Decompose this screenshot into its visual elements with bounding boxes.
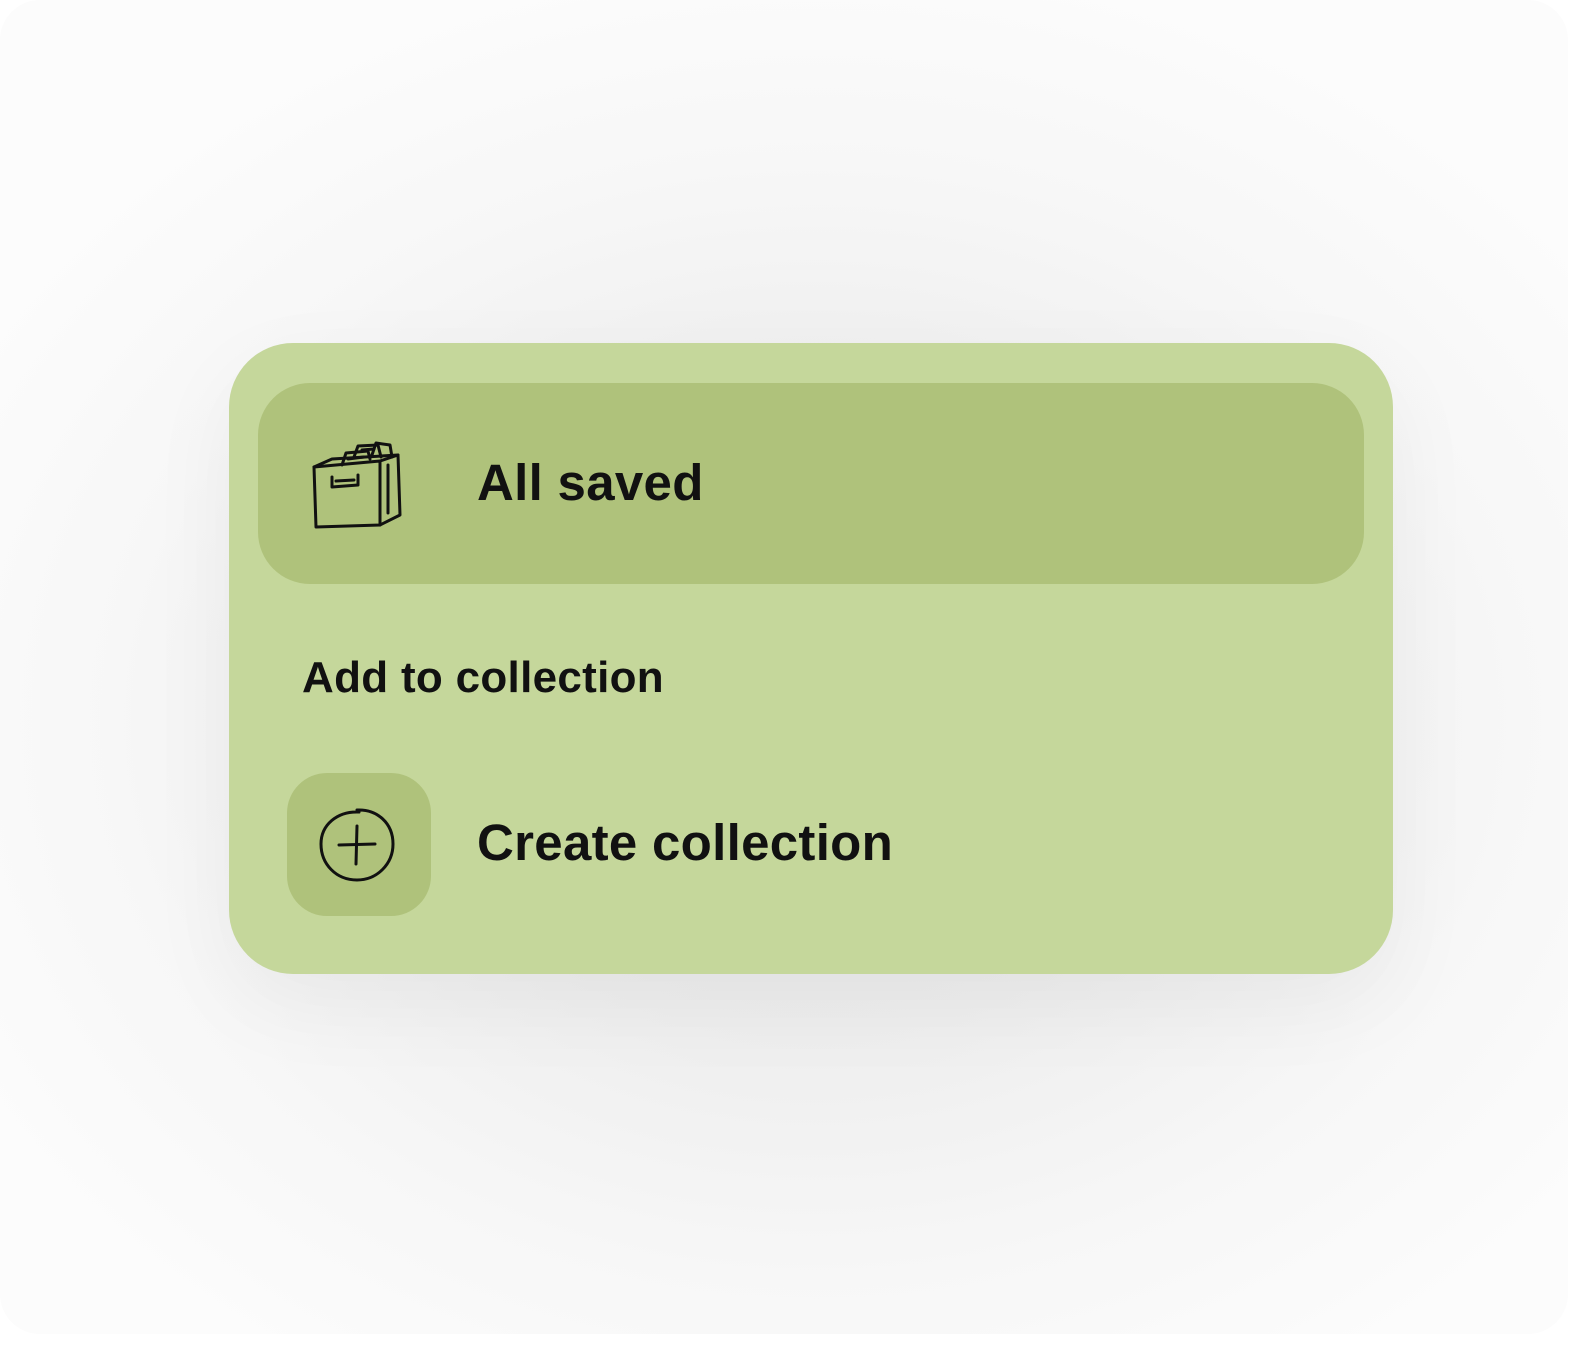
save-to-collection-menu: All saved Add to collection Create colle…: [229, 343, 1393, 974]
create-collection-label: Create collection: [477, 814, 894, 871]
create-collection-button[interactable]: Create collection: [287, 773, 1047, 916]
section-title: Add to collection: [302, 653, 664, 702]
plus-tile: [287, 773, 431, 916]
plus-circle-icon: [319, 808, 395, 882]
file-drawer-icon: [310, 435, 410, 535]
all-saved-item[interactable]: All saved: [258, 383, 1364, 584]
all-saved-label: All saved: [477, 454, 704, 511]
screen-background: All saved Add to collection Create colle…: [0, 0, 1568, 1334]
